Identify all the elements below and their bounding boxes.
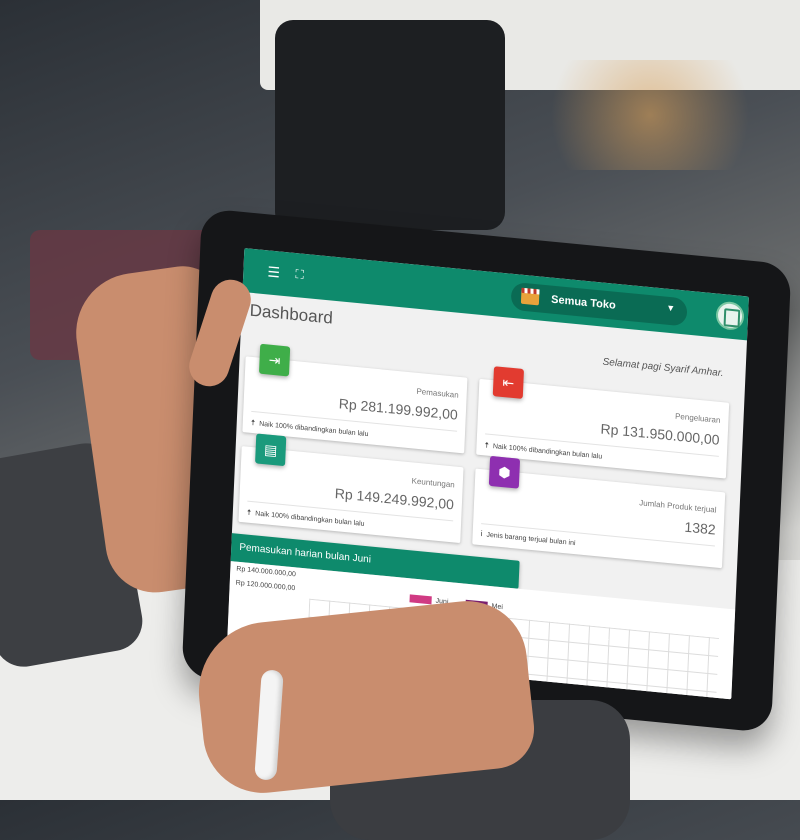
right-hand <box>192 595 538 799</box>
profit-card[interactable]: ▤ Keuntungan Rp 149.249.992,00 🠅 Naik 100… <box>238 433 464 544</box>
store-select[interactable]: Semua Toko ▼ <box>510 281 688 327</box>
fullscreen-icon[interactable]: ⛶ <box>295 266 304 283</box>
bank-in-icon: ⇥ <box>258 343 291 377</box>
arrow-up-icon: 🠅 <box>246 507 252 518</box>
box-icon: ⬢ <box>488 455 521 489</box>
card-footer-text: Jenis barang terjual bulan ini <box>486 531 576 548</box>
avatar[interactable] <box>715 300 745 332</box>
y-tick-label: Rp 140.000.000,00 <box>236 565 297 579</box>
y-tick-label: Rp 120.000.000,00 <box>235 579 296 593</box>
card-value: Rp 131.950.000,00 <box>600 420 720 448</box>
card-footer-text: Naik 100% dibandingkan bulan lalu <box>255 510 365 528</box>
page-title: Dashboard <box>249 300 334 328</box>
card-value: Rp 281.199.992,00 <box>338 395 459 423</box>
background-chair <box>275 20 505 230</box>
card-label: Pengeluaran <box>674 411 721 425</box>
greeting-text: Selamat pagi Syarif Amhar. <box>602 356 724 380</box>
card-label: Keuntungan <box>411 476 455 490</box>
card-label: Pemasukan <box>416 386 459 400</box>
menu-icon[interactable]: ☰ <box>267 263 280 280</box>
card-value: 1382 <box>684 518 716 538</box>
legend-swatch <box>409 594 432 605</box>
card-label: Jumlah Produk terjual <box>638 498 717 515</box>
bank-out-icon: ⇤ <box>492 366 525 399</box>
card-value: Rp 149.249.992,00 <box>334 485 455 513</box>
chevron-down-icon: ▼ <box>666 302 676 314</box>
store-select-value: Semua Toko <box>550 293 616 312</box>
info-icon: i <box>480 529 483 539</box>
arrow-up-icon: 🠅 <box>484 440 490 450</box>
background-lights <box>520 60 780 170</box>
store-icon <box>520 287 540 306</box>
arrow-up-icon: 🠅 <box>250 417 256 428</box>
products-sold-card[interactable]: ⬢ Jumlah Produk terjual 1382 i Jenis bara… <box>472 455 726 569</box>
store-front-icon: ▤ <box>255 433 287 467</box>
